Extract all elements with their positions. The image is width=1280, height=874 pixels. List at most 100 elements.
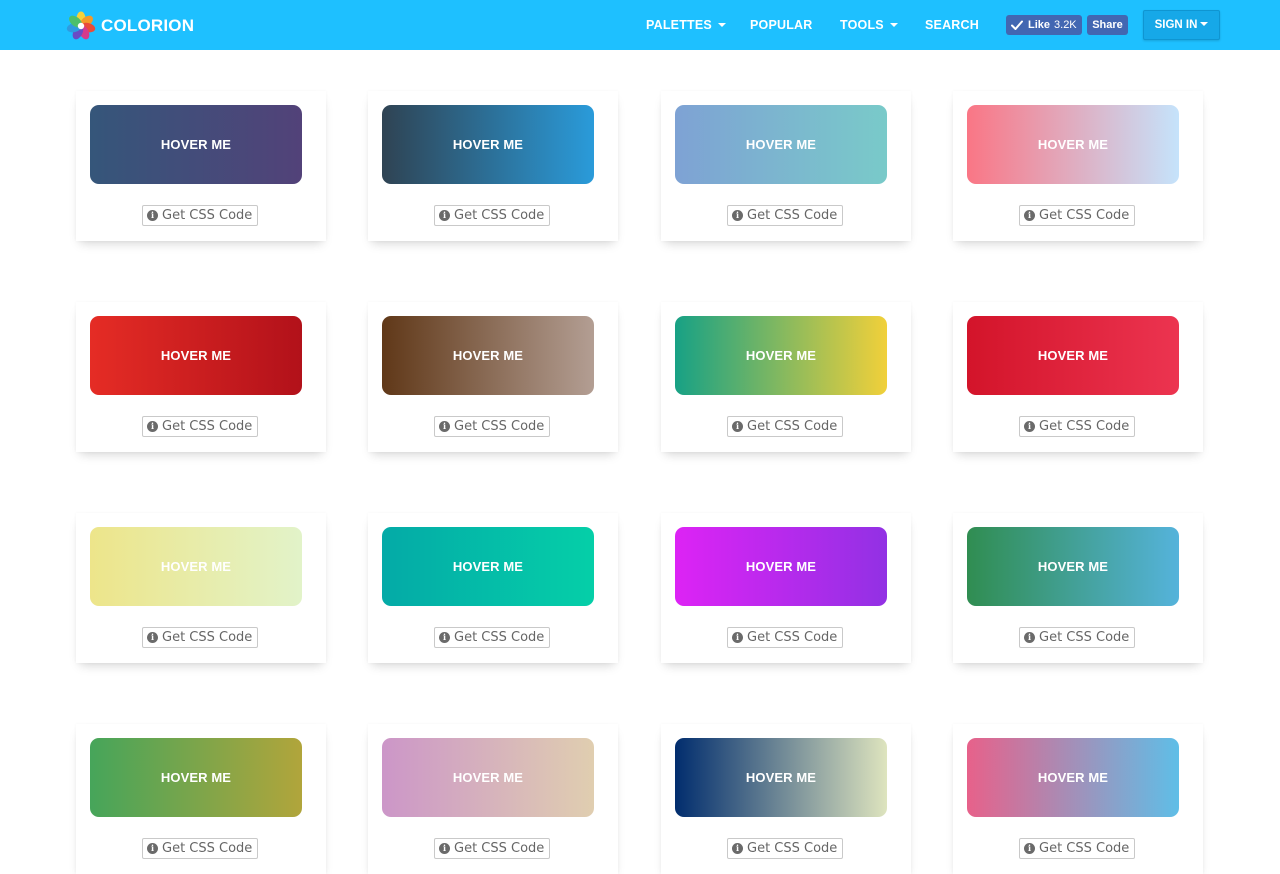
nav-popular-label: POPULAR [750, 18, 813, 32]
get-css-code-button[interactable]: i Get CSS Code [727, 627, 844, 648]
info-icon: i [1024, 632, 1035, 643]
brand-name: COLORION [101, 16, 195, 35]
hover-me-button[interactable]: HOVER ME [675, 105, 887, 184]
get-css-code-label: Get CSS Code [747, 419, 838, 434]
get-css-code-label: Get CSS Code [162, 841, 253, 856]
gradient-card: HOVER ME i Get CSS Code [661, 302, 911, 452]
gradient-card: HOVER ME i Get CSS Code [953, 91, 1203, 241]
info-icon: i [147, 843, 158, 854]
nav-tools[interactable]: TOOLS [840, 0, 898, 50]
get-css-code-label: Get CSS Code [454, 419, 545, 434]
info-icon: i [439, 632, 450, 643]
hover-me-button[interactable]: HOVER ME [675, 738, 887, 817]
hover-me-button[interactable]: HOVER ME [382, 316, 594, 395]
nav-tools-label: TOOLS [840, 18, 884, 32]
gradient-card: HOVER ME i Get CSS Code [76, 302, 326, 452]
colorion-logo-icon [66, 11, 96, 40]
sign-in-button[interactable]: SIGN IN [1143, 10, 1220, 40]
get-css-code-button[interactable]: i Get CSS Code [1019, 205, 1136, 226]
get-css-code-label: Get CSS Code [747, 841, 838, 856]
info-icon: i [732, 210, 743, 221]
brand-link[interactable]: COLORION [66, 11, 194, 41]
gradient-card: HOVER ME i Get CSS Code [368, 302, 618, 452]
get-css-code-button[interactable]: i Get CSS Code [1019, 627, 1136, 648]
get-css-code-button[interactable]: i Get CSS Code [434, 627, 551, 648]
get-css-code-label: Get CSS Code [1039, 630, 1130, 645]
nav-search-label: SEARCH [925, 18, 979, 32]
get-css-code-label: Get CSS Code [1039, 208, 1130, 223]
top-navbar: COLORION PALETTES POPULAR TOOLS SEARCH L… [0, 0, 1280, 50]
get-css-code-button[interactable]: i Get CSS Code [142, 838, 259, 859]
sign-in-label: SIGN IN [1154, 19, 1198, 31]
gradient-card: HOVER ME i Get CSS Code [76, 91, 326, 241]
get-css-code-button[interactable]: i Get CSS Code [727, 838, 844, 859]
caret-down-icon [717, 22, 726, 27]
hover-me-button[interactable]: HOVER ME [675, 316, 887, 395]
hover-me-button[interactable]: HOVER ME [90, 316, 302, 395]
info-icon: i [147, 421, 158, 432]
get-css-code-button[interactable]: i Get CSS Code [1019, 416, 1136, 437]
info-icon: i [732, 843, 743, 854]
get-css-code-label: Get CSS Code [747, 630, 838, 645]
gradient-card: HOVER ME i Get CSS Code [76, 513, 326, 663]
gradient-card: HOVER ME i Get CSS Code [76, 724, 326, 874]
gradient-card: HOVER ME i Get CSS Code [661, 513, 911, 663]
info-icon: i [1024, 210, 1035, 221]
get-css-code-button[interactable]: i Get CSS Code [142, 416, 259, 437]
get-css-code-button[interactable]: i Get CSS Code [434, 205, 551, 226]
hover-me-button[interactable]: HOVER ME [675, 527, 887, 606]
facebook-share-button[interactable]: Share [1087, 15, 1128, 35]
get-css-code-button[interactable]: i Get CSS Code [434, 838, 551, 859]
gradient-card: HOVER ME i Get CSS Code [953, 513, 1203, 663]
get-css-code-button[interactable]: i Get CSS Code [434, 416, 551, 437]
get-css-code-label: Get CSS Code [1039, 419, 1130, 434]
nav-popular[interactable]: POPULAR [750, 0, 813, 50]
get-css-code-label: Get CSS Code [747, 208, 838, 223]
get-css-code-button[interactable]: i Get CSS Code [142, 205, 259, 226]
info-icon: i [147, 632, 158, 643]
nav-palettes-label: PALETTES [646, 18, 712, 32]
get-css-code-label: Get CSS Code [454, 630, 545, 645]
hover-me-button[interactable]: HOVER ME [967, 527, 1179, 606]
caret-down-icon [889, 22, 898, 27]
gradient-card: HOVER ME i Get CSS Code [368, 724, 618, 874]
nav-palettes[interactable]: PALETTES [646, 0, 726, 50]
info-icon: i [1024, 843, 1035, 854]
caret-down-icon [1200, 21, 1209, 26]
check-icon [1011, 20, 1023, 30]
info-icon: i [732, 632, 743, 643]
get-css-code-label: Get CSS Code [1039, 841, 1130, 856]
like-label: Like [1028, 19, 1051, 31]
get-css-code-button[interactable]: i Get CSS Code [1019, 838, 1136, 859]
get-css-code-label: Get CSS Code [454, 208, 545, 223]
hover-me-button[interactable]: HOVER ME [382, 738, 594, 817]
gradient-card: HOVER ME i Get CSS Code [953, 302, 1203, 452]
hover-me-button[interactable]: HOVER ME [967, 738, 1179, 817]
gradient-card: HOVER ME i Get CSS Code [661, 724, 911, 874]
facebook-like-button[interactable]: Like 3.2K [1006, 15, 1082, 35]
get-css-code-label: Get CSS Code [162, 419, 253, 434]
get-css-code-button[interactable]: i Get CSS Code [727, 416, 844, 437]
hover-me-button[interactable]: HOVER ME [90, 738, 302, 817]
hover-me-button[interactable]: HOVER ME [382, 105, 594, 184]
hover-me-button[interactable]: HOVER ME [90, 527, 302, 606]
like-count: 3.2K [1054, 19, 1077, 31]
hover-me-button[interactable]: HOVER ME [382, 527, 594, 606]
get-css-code-button[interactable]: i Get CSS Code [727, 205, 844, 226]
get-css-code-label: Get CSS Code [162, 630, 253, 645]
nav-search[interactable]: SEARCH [925, 0, 979, 50]
hover-me-button[interactable]: HOVER ME [967, 316, 1179, 395]
info-icon: i [439, 210, 450, 221]
get-css-code-label: Get CSS Code [162, 208, 253, 223]
info-icon: i [439, 421, 450, 432]
get-css-code-label: Get CSS Code [454, 841, 545, 856]
info-icon: i [732, 421, 743, 432]
hover-me-button[interactable]: HOVER ME [967, 105, 1179, 184]
gradient-card: HOVER ME i Get CSS Code [368, 91, 618, 241]
get-css-code-button[interactable]: i Get CSS Code [142, 627, 259, 648]
hover-me-button[interactable]: HOVER ME [90, 105, 302, 184]
info-icon: i [439, 843, 450, 854]
gradient-card: HOVER ME i Get CSS Code [368, 513, 618, 663]
info-icon: i [147, 210, 158, 221]
gradient-card: HOVER ME i Get CSS Code [661, 91, 911, 241]
